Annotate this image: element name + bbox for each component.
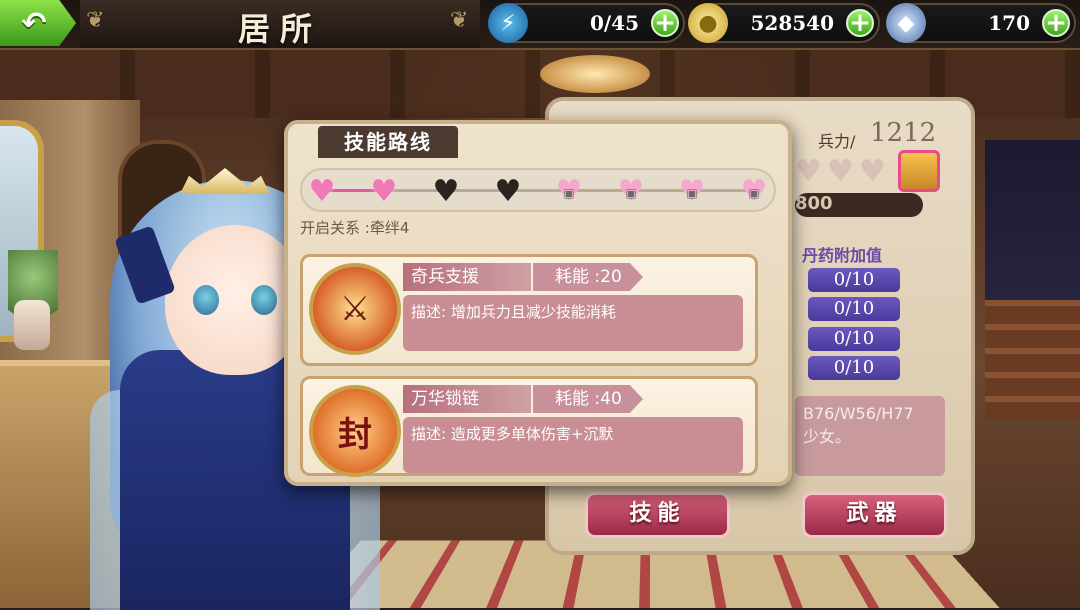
affection-progress-bar: 800	[795, 193, 923, 217]
affection-hearts: ♥ ♥ ♥	[795, 154, 891, 189]
skill-cost: 耗能 :20	[533, 263, 643, 291]
soldier-icon: ⚔	[309, 263, 401, 355]
skill-name: 万华锁链	[403, 385, 531, 413]
staircase	[985, 300, 1080, 420]
weapon-button[interactable]: 武器	[802, 492, 947, 538]
pill-bonus-title: 丹药附加值	[802, 246, 883, 265]
energy-counter: ⚡ 0/45 +	[488, 3, 685, 43]
route-node-8[interactable]: ♥ ▣	[736, 175, 772, 209]
coin-icon: ●	[688, 3, 728, 43]
lock-icon: ▣	[686, 186, 698, 200]
heart-icon: ♥	[370, 174, 398, 209]
skill-card[interactable]: ⚔ 奇兵支援 耗能 :20 描述: 增加兵力且减少技能消耗	[300, 254, 758, 366]
route-node-6[interactable]: ♥ ▣	[613, 175, 649, 209]
pill-value: 0/10	[808, 268, 900, 292]
route-node-7[interactable]: ♥ ▣	[674, 175, 710, 209]
pill-value: 0/10	[808, 327, 900, 351]
ornament-icon: ❦	[450, 8, 469, 33]
crystal-icon: ◆	[886, 3, 926, 43]
skill-card[interactable]: 封 万华锁链 耗能 :40 描述: 造成更多单体伤害+沉默	[300, 376, 758, 477]
add-crystal-button[interactable]: +	[1042, 9, 1070, 37]
left-eye	[193, 285, 219, 315]
crystal-counter: ◆ 170 +	[886, 3, 1076, 43]
heart-icon: ♥	[859, 154, 886, 189]
unlock-requirement: 开启关系 :牵绊4	[300, 219, 410, 237]
route-node-4[interactable]: ♥	[490, 175, 526, 209]
back-button[interactable]: ↶	[0, 0, 76, 46]
tiara	[180, 168, 270, 194]
route-node-5[interactable]: ♥ ▣	[551, 175, 587, 209]
back-arrow-icon: ↶	[21, 5, 47, 41]
popup-title: 技能路线	[318, 126, 458, 158]
gold-value: 528540	[750, 11, 835, 35]
lightning-icon: ⚡	[488, 3, 528, 43]
dark-heart-icon: ♥	[494, 174, 522, 209]
skill-cost: 耗能 :40	[533, 385, 643, 413]
power-value: 1212	[870, 118, 937, 148]
route-node-1[interactable]: ♥	[304, 175, 340, 209]
measurements: B76/W56/H77	[803, 404, 914, 423]
title-banner: ❦ 居所 ❦	[80, 0, 480, 48]
skill-button[interactable]: 技能	[585, 492, 730, 538]
route-node-3[interactable]: ♥	[428, 175, 464, 209]
add-energy-button[interactable]: +	[651, 9, 679, 37]
skill-description: 描述: 增加兵力且减少技能消耗	[403, 295, 743, 351]
lock-icon: ▣	[748, 186, 760, 200]
heart-icon: ♥	[827, 154, 854, 189]
heart-icon: ♥	[795, 154, 822, 189]
top-bar: ↶ ❦ 居所 ❦ ⚡ 0/45 + ● 528540 + ◆ 170 +	[0, 0, 1080, 50]
skill-description: 描述: 造成更多单体伤害+沉默	[403, 417, 743, 473]
crystal-value: 170	[988, 11, 1030, 35]
heart-icon: ♥	[308, 174, 336, 209]
lock-icon: ▣	[625, 186, 637, 200]
pill-value: 0/10	[808, 297, 900, 321]
profile-description: 少女。	[803, 427, 852, 446]
flower-vase	[14, 300, 50, 350]
character-profile-box: B76/W56/H77 少女。	[795, 396, 945, 476]
chain-seal-icon: 封	[309, 385, 401, 477]
energy-value: 0/45	[589, 11, 639, 35]
gold-counter: ● 528540 +	[688, 3, 880, 43]
route-node-2[interactable]: ♥	[366, 175, 402, 209]
pill-value: 0/10	[808, 356, 900, 380]
ceiling-lamp	[540, 55, 650, 93]
gift-icon[interactable]	[898, 150, 940, 192]
dark-heart-icon: ♥	[432, 174, 460, 209]
add-gold-button[interactable]: +	[846, 9, 874, 37]
skill-name: 奇兵支援	[403, 263, 531, 291]
right-eye	[251, 285, 277, 315]
power-label: 兵力/	[818, 132, 856, 151]
lock-icon: ▣	[563, 186, 575, 200]
page-title: 居所	[237, 10, 322, 48]
